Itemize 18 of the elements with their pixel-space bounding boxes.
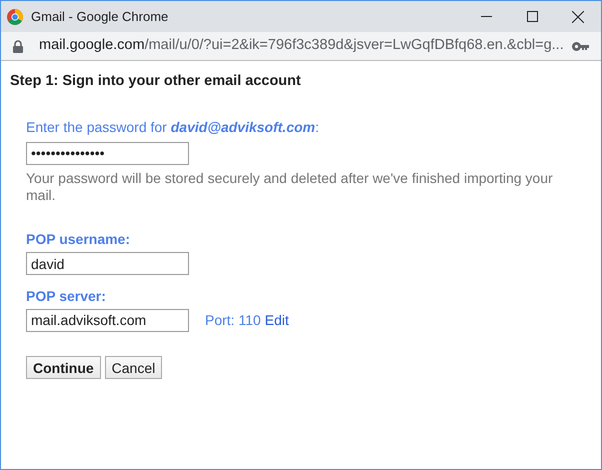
lock-icon [13,40,23,52]
edit-link[interactable]: Edit [264,310,289,331]
server-label: POP server: [26,288,106,304]
server-field[interactable]: mail.adviksoft.com [26,308,189,332]
cancel-button[interactable]: Cancel [104,356,162,379]
continue-button[interactable]: Continue [26,356,101,379]
maximize-icon [526,11,538,22]
port-text: Port: 110 [205,310,261,330]
window-title: Gmail - Google Chrome [31,8,170,26]
close-icon [572,10,584,22]
password-field[interactable]: ••••••••••••••• [26,142,189,165]
username-field[interactable]: david [26,252,189,276]
username-label: POP username: [26,231,130,248]
browser-logo-icon [7,8,23,24]
key-icon[interactable] [572,42,589,50]
step-heading: Step 1: Sign into your other email account [10,72,302,91]
password-note: Your password will be stored securely and deleted after we've finished importing your mail. [26,170,554,204]
password-prompt: Enter the password for david@adviksoft.com: [26,118,320,137]
